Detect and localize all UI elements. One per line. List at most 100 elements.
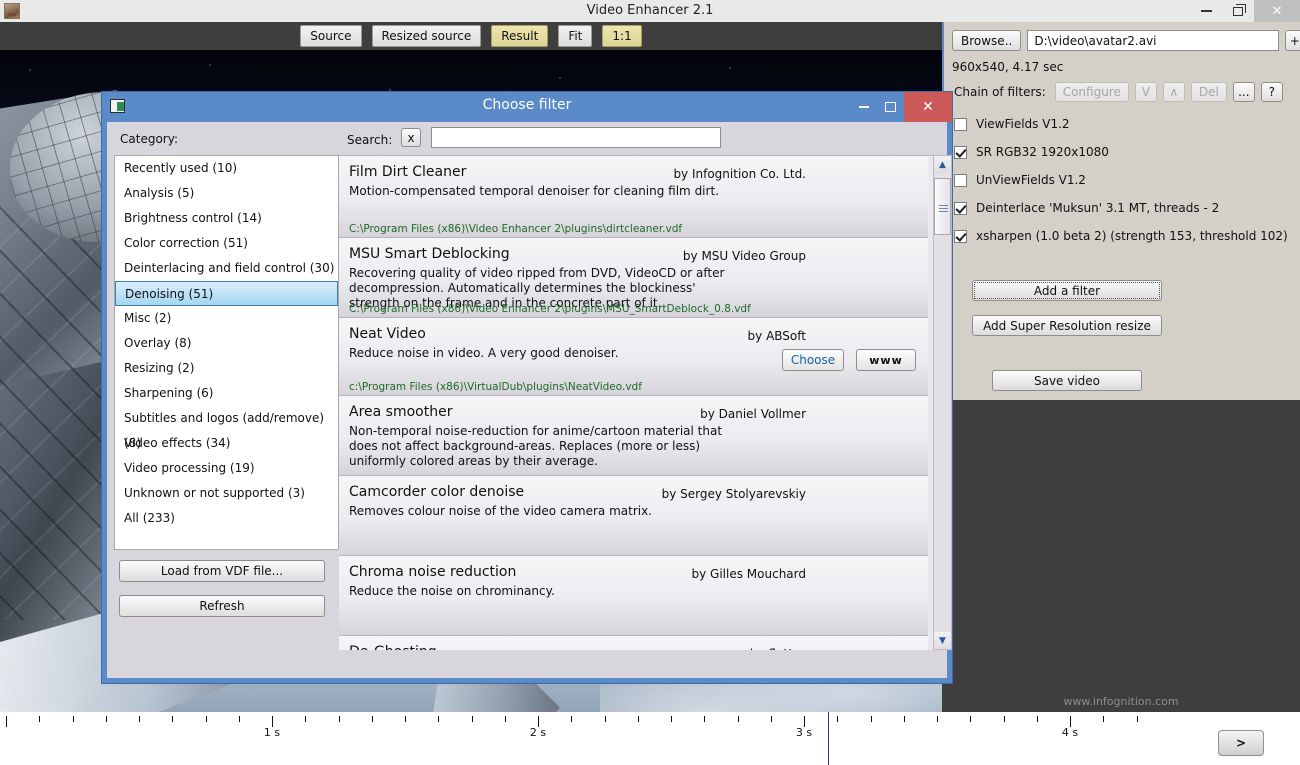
filter-name: MSU Smart Deblocking	[349, 246, 510, 262]
www-button[interactable]: www	[856, 349, 916, 371]
application-window: Video Enhancer 2.1 ✕ Source Resized sour…	[0, 0, 1300, 765]
filter-checkbox[interactable]	[954, 117, 967, 131]
search-clear-button[interactable]: x	[401, 128, 421, 147]
filter-list-item[interactable]: Chroma noise reduction by Gilles Mouchard…	[339, 556, 928, 636]
configure-button[interactable]: Configure	[1054, 82, 1129, 102]
filter-checkbox[interactable]	[954, 201, 967, 215]
category-item[interactable]: Video processing (19)	[115, 456, 338, 481]
category-item[interactable]: Sharpening (6)	[115, 381, 338, 406]
timeline-tick	[704, 716, 706, 722]
timeline-label: 3 s	[795, 726, 813, 739]
timeline-tick	[105, 716, 107, 722]
filter-chain-item[interactable]: SR RGB32 1920x1080	[954, 138, 1294, 166]
category-list[interactable]: Recently used (10) Analysis (5) Brightness…	[114, 155, 339, 550]
source-file-row: Browse.. D:\video\avatar2.avi +	[952, 30, 1300, 51]
help-button[interactable]: ?	[1260, 82, 1283, 102]
window-controls: ✕	[1190, 0, 1300, 22]
filter-chain-label: SR RGB32 1920x1080	[976, 145, 1109, 159]
filter-chain-list: ViewFields V1.2 SR RGB32 1920x1080 UnVie…	[954, 110, 1294, 250]
filter-chain-item[interactable]: Deinterlace 'Muksun' 3.1 MT, threads - 2	[954, 194, 1294, 222]
category-item[interactable]: Video effects (34)	[115, 431, 338, 456]
search-input[interactable]	[431, 127, 721, 148]
close-button[interactable]: ✕	[1254, 0, 1300, 22]
toolbar-button-fit[interactable]: Fit	[558, 25, 593, 47]
category-item[interactable]: Analysis (5)	[115, 181, 338, 206]
more-options-button[interactable]: ...	[1232, 82, 1255, 102]
filter-path: c:\Program Files (x86)\VirtualDub\plugin…	[349, 381, 642, 393]
dialog-window-controls: ✕	[850, 92, 952, 122]
move-down-button[interactable]: V	[1134, 82, 1157, 102]
filter-list-item[interactable]: Camcorder color denoise by Sergey Stolyar…	[339, 476, 928, 556]
filter-description: Reduce noise in video. A very good denoi…	[349, 346, 619, 360]
filter-chain-label: xsharpen (1.0 beta 2) (strength 153, thr…	[976, 229, 1288, 243]
filter-checkbox[interactable]	[954, 229, 967, 243]
toolbar-button-one-to-one[interactable]: 1:1	[602, 25, 642, 47]
add-a-filter-button[interactable]: Add a filter	[972, 280, 1162, 301]
source-path-field[interactable]: D:\video\avatar2.avi	[1027, 30, 1280, 51]
filter-description: Reduce the noise on chrominancy.	[349, 584, 555, 598]
filter-description: Non-temporal noise-reduction for anime/c…	[349, 424, 723, 468]
filter-chain-label: UnViewFields V1.2	[976, 173, 1086, 187]
filter-list-scrollbar[interactable]: ▲ ▼	[933, 155, 952, 650]
filter-list-item[interactable]: Film Dirt Cleaner by Infognition Co. Ltd.…	[339, 156, 928, 238]
preview-toolbar-buttons: Source Resized source Result Fit 1:1	[0, 22, 942, 50]
timeline-ruler[interactable]: 1 s 2 s 3 s 4 s	[0, 712, 1160, 765]
next-frame-button[interactable]: >	[1218, 730, 1264, 756]
filter-path: C:\Program Files (x86)\Video Enhancer 2\…	[349, 303, 751, 315]
browse-button[interactable]: Browse..	[952, 30, 1022, 51]
timeline-tick	[571, 716, 573, 722]
category-item[interactable]: Recently used (10)	[115, 156, 338, 181]
category-item[interactable]: All (233)	[115, 506, 338, 531]
toolbar-button-source[interactable]: Source	[300, 25, 362, 47]
filter-checkbox[interactable]	[954, 145, 967, 159]
restore-icon	[1233, 3, 1246, 16]
category-item[interactable]: Unknown or not supported (3)	[115, 481, 338, 506]
save-video-button[interactable]: Save video	[992, 370, 1142, 391]
minimize-button[interactable]	[1190, 0, 1222, 22]
timeline-tick	[737, 716, 739, 722]
scroll-up-arrow-icon[interactable]: ▲	[934, 156, 951, 173]
category-item[interactable]: Deinterlacing and field control (30)	[115, 256, 338, 281]
dialog-minimize-button[interactable]	[850, 92, 877, 122]
timeline-tick	[1103, 716, 1105, 722]
filter-list-item[interactable]: De-Ghostingby flaXenUndo ghosting" effec…	[339, 636, 928, 650]
filter-chain-item[interactable]: UnViewFields V1.2	[954, 166, 1294, 194]
toolbar-button-resized-source[interactable]: Resized source	[371, 25, 482, 47]
filter-description: Removes colour noise of the video camera…	[349, 504, 652, 518]
dialog-close-button[interactable]: ✕	[904, 92, 952, 122]
filter-checkbox[interactable]	[954, 173, 967, 187]
category-item[interactable]: Misc (2)	[115, 306, 338, 331]
category-item[interactable]: Denoising (51)	[115, 281, 338, 306]
filter-list-item[interactable]: Area smoother by Daniel Vollmer Non-tempor…	[339, 396, 928, 476]
timeline-tick	[837, 716, 839, 722]
timeline-tick	[1003, 716, 1005, 722]
load-from-vdf-button[interactable]: Load from VDF file...	[119, 560, 325, 582]
filter-author: by Sergey Stolyarevskiy	[661, 487, 806, 501]
timeline-tick	[72, 716, 74, 722]
filter-results-list[interactable]: Film Dirt Cleaner by Infognition Co. Ltd.…	[339, 155, 942, 650]
timeline-tick	[205, 716, 207, 722]
category-item[interactable]: Overlay (8)	[115, 331, 338, 356]
dialog-restore-button[interactable]	[877, 92, 904, 122]
add-source-button[interactable]: +	[1285, 30, 1300, 51]
scrollbar-thumb[interactable]	[934, 178, 951, 235]
category-item[interactable]: Color correction (51)	[115, 231, 338, 256]
delete-filter-button[interactable]: Del	[1190, 82, 1227, 102]
category-item[interactable]: Subtitles and logos (add/remove) (8)	[115, 406, 338, 450]
filter-list-item[interactable]: Neat Video by ABSoft Reduce noise in video…	[339, 318, 928, 396]
toolbar-button-result[interactable]: Result	[491, 25, 549, 47]
timeline-playhead[interactable]	[828, 712, 829, 765]
restore-button[interactable]	[1222, 0, 1254, 22]
scroll-down-arrow-icon[interactable]: ▼	[934, 632, 951, 649]
category-item[interactable]: Resizing (2)	[115, 356, 338, 381]
move-up-button[interactable]: ∧	[1162, 82, 1185, 102]
category-item[interactable]: Brightness control (14)	[115, 206, 338, 231]
choose-button[interactable]: Choose	[782, 349, 844, 371]
filter-list-item[interactable]: MSU Smart Deblocking by MSU Video Group Re…	[339, 238, 928, 318]
filter-chain-item[interactable]: ViewFields V1.2	[954, 110, 1294, 138]
restore-icon	[885, 102, 896, 112]
filter-path: C:\Program Files (x86)\Video Enhancer 2\…	[349, 223, 683, 235]
refresh-button[interactable]: Refresh	[119, 595, 325, 617]
filter-chain-item[interactable]: xsharpen (1.0 beta 2) (strength 153, thr…	[954, 222, 1294, 250]
add-super-resolution-resize-button[interactable]: Add Super Resolution resize	[972, 315, 1162, 336]
